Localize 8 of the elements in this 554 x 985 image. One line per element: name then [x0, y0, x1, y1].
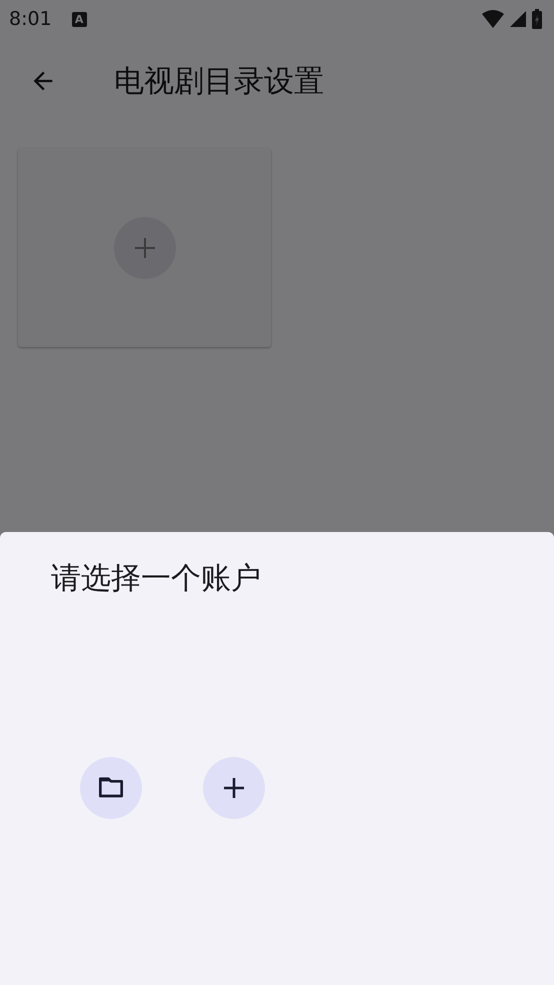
wifi-icon: [482, 10, 504, 28]
sheet-title: 请选择一个账户: [51, 560, 261, 598]
page-title: 电视剧目录设置: [114, 62, 324, 100]
battery-icon: [532, 9, 542, 29]
add-icon: [114, 216, 176, 278]
status-time: 8:01: [9, 8, 52, 30]
notification-icon: A: [72, 12, 87, 26]
signal-icon: [510, 11, 526, 27]
